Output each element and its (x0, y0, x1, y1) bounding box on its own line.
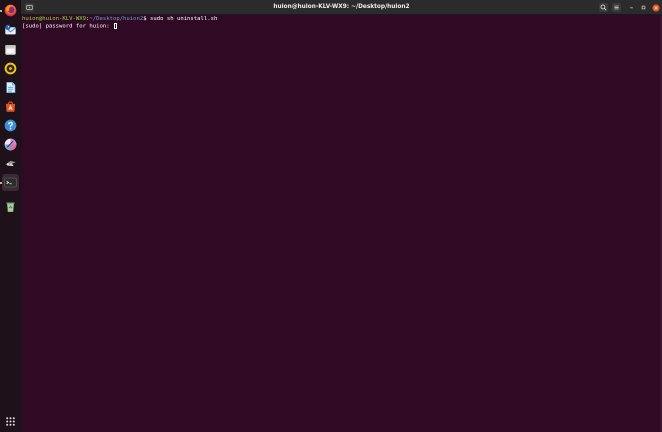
software-center-icon (5, 101, 16, 112)
dock-item-files[interactable] (2, 41, 19, 58)
terminal-cursor (113, 23, 117, 29)
dock-item-trash[interactable] (2, 198, 19, 215)
maximize-button[interactable] (639, 3, 648, 12)
libreoffice-writer-icon (6, 81, 16, 94)
thunderbird-icon (5, 24, 16, 35)
dock (0, 0, 21, 432)
terminal-output[interactable]: huion@huion-KLV-WX9:~/Desktop/huion2$ su… (21, 15, 662, 432)
desktop-screen: huion@huion-KLV-WX9: ~/Desktop/huion2 hu… (0, 0, 662, 432)
minimize-button[interactable] (627, 3, 636, 12)
new-tab-button[interactable] (25, 3, 34, 12)
menu-button[interactable] (612, 3, 621, 12)
terminal-icon (4, 177, 17, 188)
close-icon (651, 3, 660, 12)
close-button[interactable] (651, 3, 660, 12)
maximize-icon (641, 5, 646, 10)
password-prompt: [sudo] password for huion: (22, 23, 113, 30)
dock-item-thunderbird[interactable] (2, 22, 19, 39)
prompt-path: ~/Desktop/huion2 (89, 16, 144, 22)
window-title: huion@huion-KLV-WX9: ~/Desktop/huion2 (273, 4, 410, 10)
show-applications-button[interactable] (2, 413, 19, 430)
command-text: sudo sh uninstall.sh (150, 16, 218, 22)
running-indicator (0, 10, 2, 12)
hamburger-menu-icon (614, 5, 619, 10)
dock-item-libreoffice-writer[interactable] (2, 79, 19, 96)
minimize-icon (630, 7, 633, 9)
dock-item-app[interactable] (2, 155, 19, 172)
huion-tablet-icon (4, 138, 17, 151)
app-icon (5, 160, 16, 167)
terminal-titlebar[interactable]: huion@huion-KLV-WX9: ~/Desktop/huion2 (21, 0, 662, 15)
dock-item-rhythmbox[interactable] (2, 60, 19, 77)
rhythmbox-icon (4, 62, 17, 75)
new-tab-icon (26, 5, 33, 10)
running-indicator (0, 182, 2, 184)
prompt-user-host: huion@huion-KLV-WX9 (22, 16, 86, 22)
files-icon (5, 44, 16, 55)
help-icon (4, 119, 17, 132)
show-applications-icon (6, 417, 15, 426)
terminal-line: [sudo] password for huion: (22, 23, 662, 30)
dock-item-help[interactable] (2, 117, 19, 134)
prompt-symbol: $ (143, 16, 151, 22)
trash-icon (6, 202, 15, 212)
dock-item-terminal[interactable] (2, 174, 19, 191)
terminal-line: huion@huion-KLV-WX9:~/Desktop/huion2$ su… (22, 16, 662, 23)
dock-item-huion-tablet[interactable] (2, 136, 19, 153)
dock-item-software-center[interactable] (2, 98, 19, 115)
dock-item-firefox[interactable] (2, 2, 19, 19)
search-button[interactable] (599, 3, 608, 12)
firefox-icon (4, 4, 17, 17)
search-icon (600, 4, 607, 11)
